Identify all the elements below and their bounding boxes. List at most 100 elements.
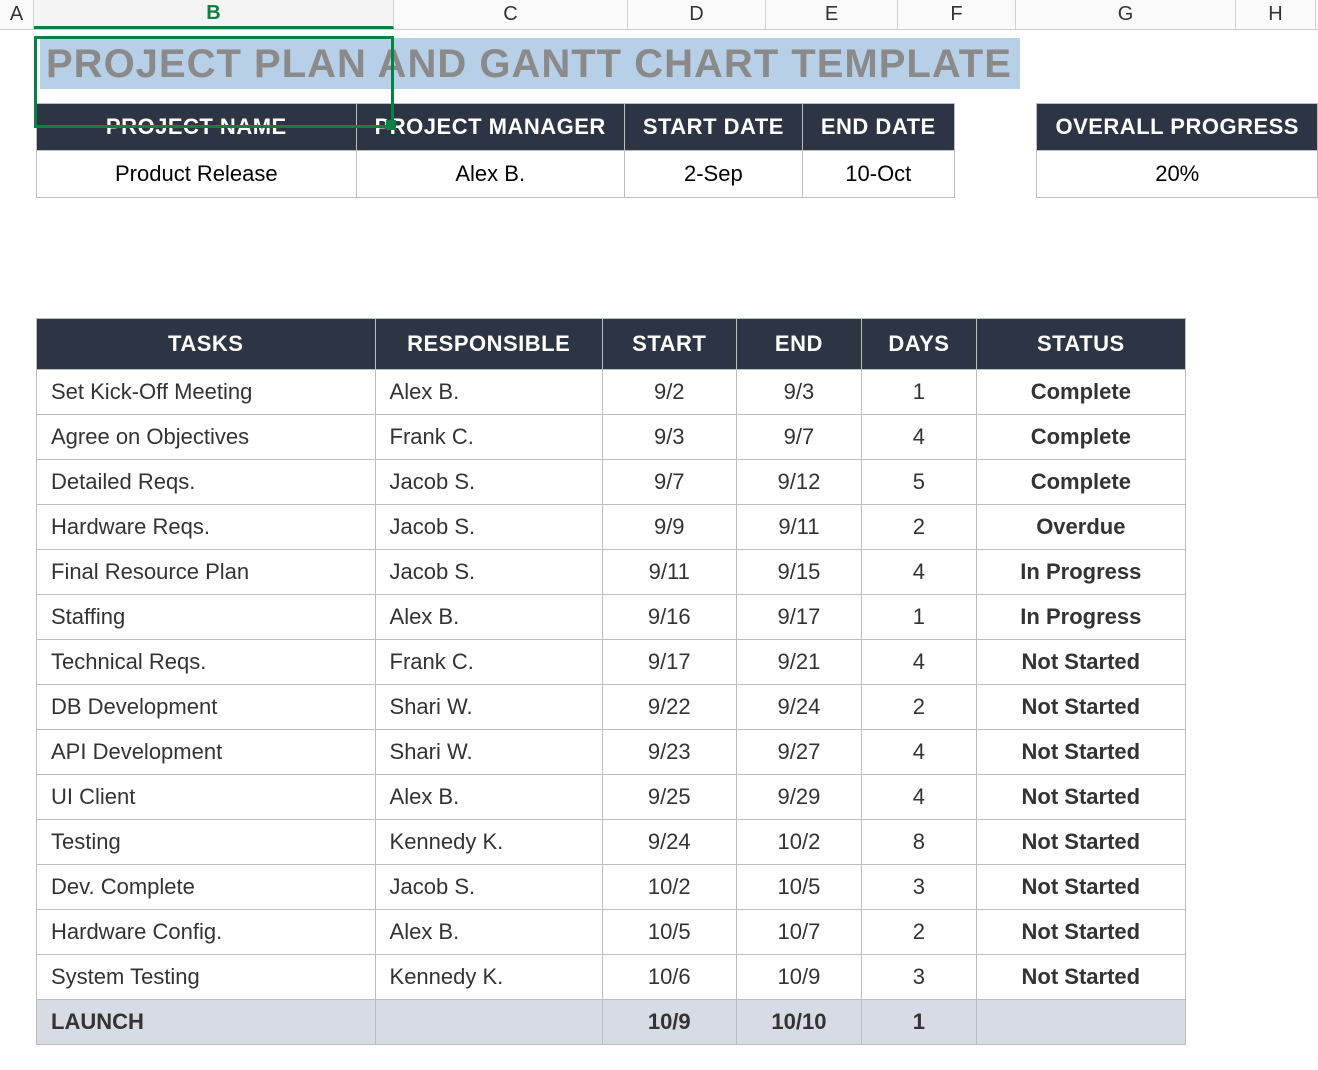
task-status[interactable]: Complete — [976, 370, 1185, 415]
task-end[interactable]: 9/29 — [736, 775, 862, 820]
task-status[interactable]: Not Started — [976, 955, 1185, 1000]
task-status[interactable]: Overdue — [976, 505, 1185, 550]
info-value-start-date[interactable]: 2-Sep — [624, 151, 802, 198]
task-responsible[interactable]: Jacob S. — [375, 460, 602, 505]
task-days[interactable]: 2 — [862, 685, 976, 730]
table-row[interactable]: DB DevelopmentShari W.9/229/242Not Start… — [37, 685, 1186, 730]
task-responsible[interactable]: Kennedy K. — [375, 955, 602, 1000]
task-name[interactable]: Agree on Objectives — [37, 415, 376, 460]
task-days[interactable]: 4 — [862, 730, 976, 775]
task-start[interactable]: 10/5 — [602, 910, 736, 955]
column-header-H[interactable]: H — [1236, 0, 1316, 29]
table-row[interactable]: TestingKennedy K.9/2410/28Not Started — [37, 820, 1186, 865]
task-name[interactable]: Dev. Complete — [37, 865, 376, 910]
task-name[interactable]: Set Kick-Off Meeting — [37, 370, 376, 415]
table-row[interactable]: Hardware Config.Alex B.10/510/72Not Star… — [37, 910, 1186, 955]
task-name[interactable]: Final Resource Plan — [37, 550, 376, 595]
task-name[interactable]: UI Client — [37, 775, 376, 820]
task-responsible[interactable]: Alex B. — [375, 595, 602, 640]
task-end[interactable]: 10/9 — [736, 955, 862, 1000]
info-value-project-manager[interactable]: Alex B. — [356, 151, 624, 198]
task-status[interactable]: Not Started — [976, 775, 1185, 820]
task-name[interactable]: LAUNCH — [37, 1000, 376, 1045]
task-days[interactable]: 5 — [862, 460, 976, 505]
table-row[interactable]: System TestingKennedy K.10/610/93Not Sta… — [37, 955, 1186, 1000]
table-row[interactable]: Agree on ObjectivesFrank C.9/39/74Comple… — [37, 415, 1186, 460]
task-days[interactable]: 1 — [862, 595, 976, 640]
task-status[interactable]: Not Started — [976, 865, 1185, 910]
task-start[interactable]: 9/24 — [602, 820, 736, 865]
task-status[interactable]: In Progress — [976, 550, 1185, 595]
task-status[interactable]: Not Started — [976, 640, 1185, 685]
task-end[interactable]: 9/3 — [736, 370, 862, 415]
task-days[interactable]: 2 — [862, 505, 976, 550]
task-days[interactable]: 3 — [862, 955, 976, 1000]
task-days[interactable]: 3 — [862, 865, 976, 910]
table-row[interactable]: Set Kick-Off MeetingAlex B.9/29/31Comple… — [37, 370, 1186, 415]
task-start[interactable]: 10/6 — [602, 955, 736, 1000]
task-status[interactable]: Not Started — [976, 820, 1185, 865]
task-start[interactable]: 9/23 — [602, 730, 736, 775]
task-days[interactable]: 1 — [862, 370, 976, 415]
task-end[interactable]: 10/2 — [736, 820, 862, 865]
task-start[interactable]: 10/2 — [602, 865, 736, 910]
task-responsible[interactable]: Shari W. — [375, 685, 602, 730]
table-row[interactable]: Dev. CompleteJacob S.10/210/53Not Starte… — [37, 865, 1186, 910]
table-row[interactable]: API DevelopmentShari W.9/239/274Not Star… — [37, 730, 1186, 775]
task-name[interactable]: Testing — [37, 820, 376, 865]
table-row[interactable]: Hardware Reqs.Jacob S.9/99/112Overdue — [37, 505, 1186, 550]
task-days[interactable]: 8 — [862, 820, 976, 865]
task-name[interactable]: Technical Reqs. — [37, 640, 376, 685]
task-responsible[interactable]: Jacob S. — [375, 505, 602, 550]
task-status[interactable]: Complete — [976, 415, 1185, 460]
task-status[interactable]: Not Started — [976, 910, 1185, 955]
spreadsheet-sheet[interactable]: PROJECT PLAN AND GANTT CHART TEMPLATE PR… — [0, 30, 1318, 1045]
column-header-A[interactable]: A — [0, 0, 34, 29]
task-responsible[interactable]: Kennedy K. — [375, 820, 602, 865]
table-row[interactable]: UI ClientAlex B.9/259/294Not Started — [37, 775, 1186, 820]
task-start[interactable]: 9/3 — [602, 415, 736, 460]
task-days[interactable]: 1 — [862, 1000, 976, 1045]
task-days[interactable]: 4 — [862, 415, 976, 460]
column-header-B[interactable]: B — [34, 0, 394, 29]
task-responsible[interactable]: Jacob S. — [375, 550, 602, 595]
task-end[interactable]: 9/27 — [736, 730, 862, 775]
task-responsible[interactable]: Frank C. — [375, 640, 602, 685]
task-status[interactable]: In Progress — [976, 595, 1185, 640]
task-days[interactable]: 4 — [862, 550, 976, 595]
task-name[interactable]: System Testing — [37, 955, 376, 1000]
task-name[interactable]: Staffing — [37, 595, 376, 640]
task-end[interactable]: 10/5 — [736, 865, 862, 910]
task-end[interactable]: 9/11 — [736, 505, 862, 550]
info-value-project-name[interactable]: Product Release — [37, 151, 357, 198]
task-start[interactable]: 9/7 — [602, 460, 736, 505]
task-start[interactable]: 9/11 — [602, 550, 736, 595]
task-status[interactable]: Complete — [976, 460, 1185, 505]
task-responsible[interactable]: Alex B. — [375, 370, 602, 415]
task-end[interactable]: 9/15 — [736, 550, 862, 595]
table-row[interactable]: StaffingAlex B.9/169/171In Progress — [37, 595, 1186, 640]
task-start[interactable]: 9/2 — [602, 370, 736, 415]
info-value-overall-progress[interactable]: 20% — [1037, 151, 1318, 198]
task-responsible[interactable]: Alex B. — [375, 775, 602, 820]
task-start[interactable]: 10/9 — [602, 1000, 736, 1045]
task-status[interactable] — [976, 1000, 1185, 1045]
task-responsible[interactable]: Jacob S. — [375, 865, 602, 910]
task-start[interactable]: 9/25 — [602, 775, 736, 820]
task-end[interactable]: 10/7 — [736, 910, 862, 955]
column-header-E[interactable]: E — [766, 0, 898, 29]
task-status[interactable]: Not Started — [976, 685, 1185, 730]
task-name[interactable]: Hardware Config. — [37, 910, 376, 955]
task-start[interactable]: 9/16 — [602, 595, 736, 640]
table-row[interactable]: Detailed Reqs.Jacob S.9/79/125Complete — [37, 460, 1186, 505]
task-responsible[interactable]: Alex B. — [375, 910, 602, 955]
task-start[interactable]: 9/9 — [602, 505, 736, 550]
task-start[interactable]: 9/22 — [602, 685, 736, 730]
task-start[interactable]: 9/17 — [602, 640, 736, 685]
task-end[interactable]: 9/17 — [736, 595, 862, 640]
table-row[interactable]: Technical Reqs.Frank C.9/179/214Not Star… — [37, 640, 1186, 685]
task-end[interactable]: 10/10 — [736, 1000, 862, 1045]
task-name[interactable]: Detailed Reqs. — [37, 460, 376, 505]
column-header-D[interactable]: D — [628, 0, 766, 29]
task-days[interactable]: 4 — [862, 640, 976, 685]
